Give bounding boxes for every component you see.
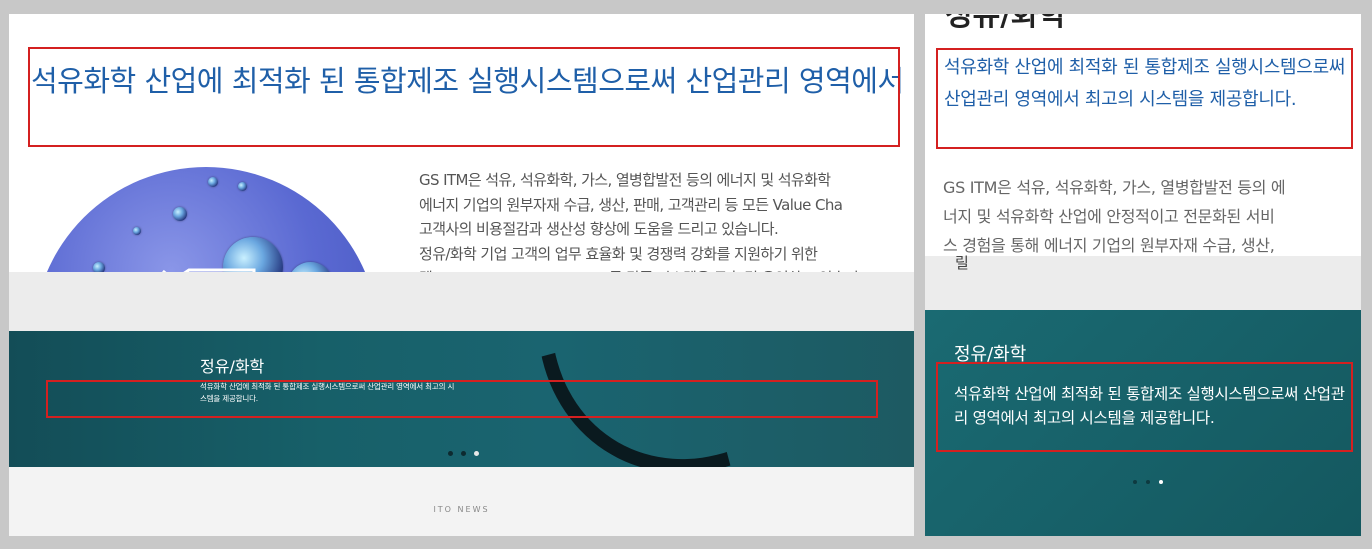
slider-dot[interactable] xyxy=(448,451,453,456)
slider-pagination xyxy=(448,451,479,456)
intro-line: GS ITM은 석유, 석유화학, 가스, 열병합발전 등의 에 xyxy=(943,178,1286,197)
section-divider-band xyxy=(925,256,1361,310)
news-section: ITO NEWS xyxy=(9,467,914,536)
news-section-label: ITO NEWS xyxy=(433,505,490,514)
intro-line: 너지 및 석유화학 산업에 안정적이고 전문화된 서비 xyxy=(943,207,1275,226)
intro-line: 고객사의 비용절감과 생산성 향상에 도움을 드리고 있습니다. xyxy=(419,220,779,238)
slider-dot-active[interactable] xyxy=(1159,480,1163,484)
section-title: 정유/화학 xyxy=(945,14,1067,33)
right-screenshot-panel: 정유/화학 석유화학 산업에 최적화 된 통합제조 실행시스템으로써 산업관리 … xyxy=(925,14,1361,536)
intro-line: GS ITM은 석유, 석유화학, 가스, 열병합발전 등의 에너지 및 석유화… xyxy=(419,171,831,189)
overlapping-text-fragment: 릴 xyxy=(955,254,969,272)
intro-paragraph: GS ITM은 석유, 석유화학, 가스, 열병합발전 등의 에 너지 및 석유… xyxy=(943,173,1343,260)
slider-pagination xyxy=(1133,480,1163,484)
hero-banner-slide[interactable]: 정유/화학 석유화학 산업에 최적화 된 통합제조 실행시스템으로써 산업관리 … xyxy=(925,310,1361,536)
page-headline: 석유화학 산업에 최적화 된 통합제조 실행시스템으로써 산업관리 영역에서 최… xyxy=(944,57,1346,110)
left-screenshot-panel: 석유화학 산업에 최적화 된 통합제조 실행시스템으로써 산업관리 영역에서 G… xyxy=(9,14,914,536)
headline-highlight-box xyxy=(28,47,900,147)
slider-dot-active[interactable] xyxy=(474,451,479,456)
slider-dot[interactable] xyxy=(1146,480,1150,484)
slider-dot[interactable] xyxy=(1133,480,1137,484)
banner-description: 석유화학 산업에 최적화 된 통합제조 실행시스템으로써 산업관리 영역에서 최… xyxy=(954,385,1345,427)
banner-title: 정유/화학 xyxy=(200,357,265,376)
intro-line: 에너지 기업의 원부자재 수급, 생산, 판매, 고객관리 등 모든 Value… xyxy=(419,195,843,214)
hero-banner-slide[interactable]: 정유/화학 석유화학 산업에 최적화 된 통합제조 실행시스템으로써 산업관리 … xyxy=(9,331,914,467)
intro-line: 정유/화학 기업 고객의 업무 효율화 및 경쟁력 강화를 지원하기 위한 xyxy=(419,244,818,263)
slider-dot[interactable] xyxy=(461,451,466,456)
banner-highlight-box xyxy=(46,380,878,418)
section-divider-band xyxy=(9,272,914,332)
